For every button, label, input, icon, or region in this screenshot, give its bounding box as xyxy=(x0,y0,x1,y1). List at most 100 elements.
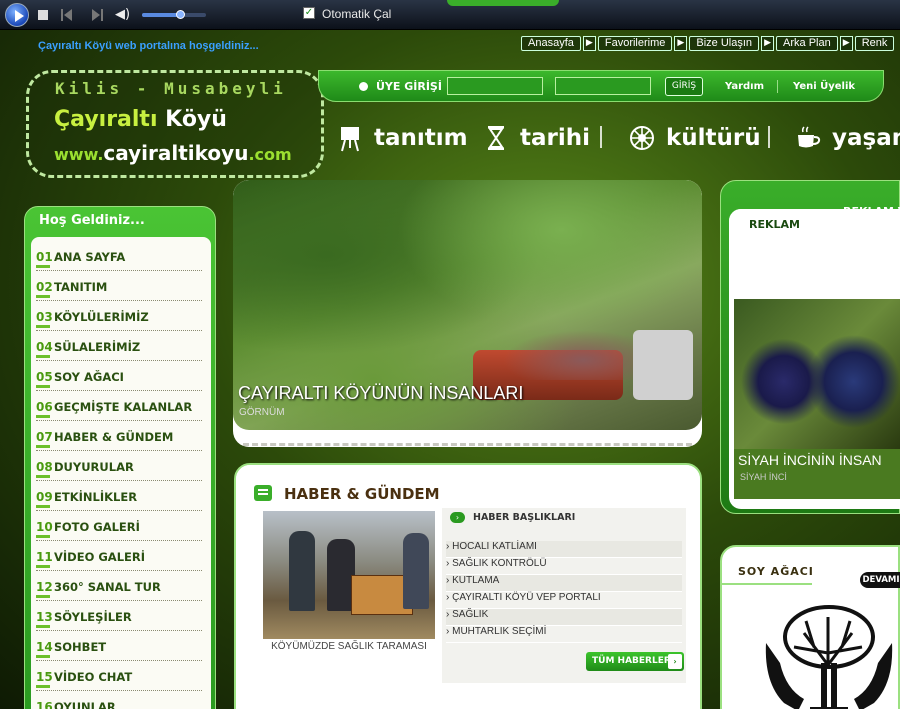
sidebar-item-label: DUYURULAR xyxy=(54,460,134,474)
logo-url-prefix: www. xyxy=(54,145,104,164)
sidebar-menu: Hoş Geldiniz... 01 ANA SAYFA 02 TANITIM 03… xyxy=(24,206,216,709)
all-news-button[interactable]: TÜM HABERLER › xyxy=(586,652,684,671)
sidebar-item-number: 07 xyxy=(36,430,53,448)
headline-item[interactable]: › SAĞLIK KONTRÖLÜ xyxy=(446,558,682,575)
headline-item[interactable]: › HOCALI KATLİAMI xyxy=(446,541,682,558)
news-photo-person xyxy=(403,533,429,609)
logo-village-name: Çayıraltı Köyü xyxy=(54,107,227,132)
autoplay-label: Otomatik Çal xyxy=(322,7,392,21)
headline-item[interactable]: › ÇAYIRALTI KÖYÜ VEP PORTALI xyxy=(446,592,682,609)
sidebar-item-number: 09 xyxy=(36,490,53,508)
password-input[interactable] xyxy=(555,77,651,95)
login-button[interactable]: GİRİŞ xyxy=(665,77,703,96)
sidebar-item-tanitim[interactable]: 02 TANITIM xyxy=(36,273,202,301)
news-photo-person xyxy=(289,531,315,611)
sidebar-item-video-chat[interactable]: 15 VİDEO CHAT xyxy=(36,663,202,691)
slideshow-title[interactable]: ÇAYIRALTI KÖYÜNÜN İNSANLARI xyxy=(238,383,523,404)
sidebar-item-soy-agaci[interactable]: 05 SOY AĞACI xyxy=(36,363,202,391)
member-login-bar: ÜYE GİRİŞİ GİRİŞ Yardım Yeni Üyelik xyxy=(318,70,884,102)
sidebar-item-label: GEÇMİŞTE KALANLAR xyxy=(54,400,193,414)
nav-kulturu-label: kültürü xyxy=(666,125,761,151)
logo-region: Kilis - Musabeyli xyxy=(55,79,287,98)
sidebar-item-label: TANITIM xyxy=(54,280,108,294)
arrow-right-icon[interactable]: ▶ xyxy=(674,36,688,51)
top-links: Anasayfa ▶ Favorilerime ▶ Bize Ulaşın ▶ … xyxy=(521,36,895,51)
ad-title: REKLAM xyxy=(749,218,800,231)
register-link[interactable]: Yeni Üyelik xyxy=(793,81,855,92)
autoplay-checkbox[interactable]: ✓ xyxy=(303,7,315,19)
sidebar-item-number: 01 xyxy=(36,250,53,268)
arrow-right-icon[interactable]: ▶ xyxy=(839,36,853,51)
volume-icon[interactable]: ◀) xyxy=(115,7,131,23)
nav-yasami-label: yaşamı xyxy=(832,125,900,151)
arrow-right-icon[interactable]: ▶ xyxy=(761,36,775,51)
sidebar-item-gecmiste-kalanlar[interactable]: 06 GEÇMİŞTE KALANLAR xyxy=(36,393,202,421)
slideshow-image[interactable]: ÇAYIRALTI KÖYÜNÜN İNSANLARI GÖRNÜM xyxy=(233,180,702,430)
slideshow-image-trailer xyxy=(633,330,693,400)
site-logo[interactable]: Kilis - Musabeyli Çayıraltı Köyü www.cay… xyxy=(26,70,324,178)
sidebar-item-haber-gundem[interactable]: 07 HABER & GÜNDEM xyxy=(36,423,202,451)
help-link[interactable]: Yardım xyxy=(725,81,764,92)
username-input[interactable] xyxy=(447,77,543,95)
top-link-bize-ulasin[interactable]: Bize Ulaşın xyxy=(689,36,760,51)
next-button[interactable] xyxy=(92,9,103,21)
slideshow-subtitle: GÖRNÜM xyxy=(239,407,285,418)
nav-divider xyxy=(600,126,602,148)
sidebar-item-duyurular[interactable]: 08 DUYURULAR xyxy=(36,453,202,481)
sidebar-item-soylesiler[interactable]: 13 SÖYLEŞİLER xyxy=(36,603,202,631)
family-tree-icon[interactable] xyxy=(764,603,894,709)
sidebar-item-sulalerimiz[interactable]: 04 SÜLALERİMİZ xyxy=(36,333,202,361)
news-photo-caption[interactable]: KÖYÜMÜZDE SAĞLIK TARAMASI xyxy=(263,641,435,652)
top-link-favorilerime[interactable]: Favorilerime xyxy=(597,36,673,51)
sidebar-item-sanal-tur[interactable]: 12 360° SANAL TUR xyxy=(36,573,202,601)
sidebar-item-foto-galeri[interactable]: 10 FOTO GALERİ xyxy=(36,513,202,541)
arrow-right-icon[interactable]: ▶ xyxy=(582,36,596,51)
play-button[interactable] xyxy=(5,3,29,27)
nav-tanitim[interactable]: tanıtım xyxy=(336,118,468,158)
sidebar-title: Hoş Geldiniz... xyxy=(39,213,145,228)
headlines-panel: › HABER BAŞLIKLARI › HOCALI KATLİAMI › S… xyxy=(442,508,686,683)
logo-url: www.cayiraltikoyu.com xyxy=(54,141,292,165)
sidebar-item-label: KÖYLÜLERİMİZ xyxy=(54,310,149,324)
sidebar-item-oyunlar[interactable]: 16 OYUNLAR xyxy=(36,693,202,709)
sidebar-item-number: 03 xyxy=(36,310,53,328)
featured-slideshow[interactable]: ÇAYIRALTI KÖYÜNÜN İNSANLARI GÖRNÜM xyxy=(233,180,702,447)
top-strip: Çayıraltı Köyü web portalına hoşgeldiniz… xyxy=(10,34,900,58)
top-link-arka-plan[interactable]: Arka Plan xyxy=(776,36,838,51)
sidebar-item-video-galeri[interactable]: 11 VİDEO GALERİ xyxy=(36,543,202,571)
volume-slider-knob[interactable] xyxy=(176,10,186,19)
sidebar-item-ana-sayfa[interactable]: 01 ANA SAYFA xyxy=(36,243,202,271)
sidebar-item-number: 15 xyxy=(36,670,53,688)
headline-item[interactable]: › MUHTARLIK SEÇİMİ xyxy=(446,626,682,643)
logo-url-suffix: .com xyxy=(248,145,292,164)
nav-tarihi[interactable]: tarihi xyxy=(482,118,590,158)
previous-button[interactable] xyxy=(61,9,72,21)
more-button[interactable]: DEVAMI xyxy=(860,572,900,588)
player-handle[interactable] xyxy=(447,0,559,6)
volume-slider[interactable] xyxy=(142,10,206,19)
top-link-renk[interactable]: Renk xyxy=(854,36,895,51)
hourglass-icon xyxy=(482,124,510,152)
nav-kulturu[interactable]: kültürü xyxy=(628,118,761,158)
sidebar-list: 01 ANA SAYFA 02 TANITIM 03 KÖYLÜLERİMİZ 04 S… xyxy=(31,237,211,709)
nav-tanitim-label: tanıtım xyxy=(374,125,468,151)
news-photo[interactable] xyxy=(263,511,435,639)
sidebar-item-label: OYUNLAR xyxy=(54,700,116,709)
family-tree-title: SOY AĞACI xyxy=(738,565,814,578)
headline-item[interactable]: › KUTLAMA xyxy=(446,575,682,592)
sidebar-item-number: 13 xyxy=(36,610,53,628)
sidebar-item-koylulerimiz[interactable]: 03 KÖYLÜLERİMİZ xyxy=(36,303,202,331)
sidebar-item-number: 08 xyxy=(36,460,53,478)
sidebar-item-number: 10 xyxy=(36,520,53,538)
ad-caption-title[interactable]: SİYAH İNCİNİN İNSAN xyxy=(738,452,882,468)
media-player-bar: ◀) ✓ Otomatik Çal xyxy=(0,0,900,30)
welcome-text: Çayıraltı Köyü web portalına hoşgeldiniz… xyxy=(38,40,259,52)
headline-item[interactable]: › SAĞLIK xyxy=(446,609,682,626)
sidebar-item-number: 06 xyxy=(36,400,53,418)
stop-button[interactable] xyxy=(38,10,48,20)
top-link-anasayfa[interactable]: Anasayfa xyxy=(521,36,581,51)
nav-yasami[interactable]: yaşamı xyxy=(794,118,900,158)
ad-image-grapes[interactable] xyxy=(734,299,900,449)
sidebar-item-etkinlikler[interactable]: 09 ETKİNLİKLER xyxy=(36,483,202,511)
sidebar-item-sohbet[interactable]: 14 SOHBET xyxy=(36,633,202,661)
